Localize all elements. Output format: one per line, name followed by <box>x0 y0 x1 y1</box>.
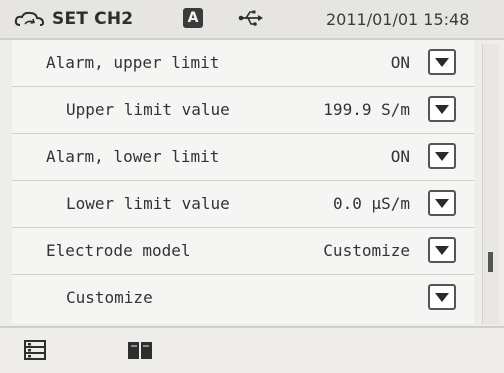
row-upper-limit-value[interactable]: Upper limit value 199.9 S/m <box>12 87 474 134</box>
dropdown-button[interactable] <box>428 143 456 169</box>
row-label: Electrode model <box>46 241 191 260</box>
dropdown-button[interactable] <box>428 96 456 122</box>
row-label: Customize <box>66 288 153 307</box>
datetime: 2011/01/01 15:48 <box>326 10 470 29</box>
scrollbar-thumb[interactable] <box>488 252 493 272</box>
dropdown-button[interactable] <box>428 284 456 310</box>
dropdown-button[interactable] <box>428 190 456 216</box>
chevron-down-icon <box>435 57 449 67</box>
row-alarm-lower-limit[interactable]: Alarm, lower limit ON <box>12 134 474 181</box>
chevron-down-icon <box>435 151 449 161</box>
row-value: Customize <box>323 241 410 260</box>
row-label: Alarm, lower limit <box>46 147 220 166</box>
row-value: ON <box>390 53 410 72</box>
row-label: Alarm, upper limit <box>46 53 220 72</box>
list-icon[interactable] <box>24 340 46 360</box>
footer-bar <box>0 326 504 373</box>
row-value: 199.9 S/m <box>323 100 410 119</box>
cloud-sync-icon <box>14 11 45 26</box>
row-value: ON <box>390 147 410 166</box>
usb-icon <box>238 10 263 26</box>
chevron-down-icon <box>435 245 449 255</box>
screen: SET CH2 A 2011/01/01 15:48 Alarm, upper … <box>0 0 504 373</box>
dropdown-button[interactable] <box>428 237 456 263</box>
header-bar: SET CH2 A 2011/01/01 15:48 <box>0 0 504 40</box>
chevron-down-icon <box>435 104 449 114</box>
row-electrode-model[interactable]: Electrode model Customize <box>12 228 474 275</box>
chevron-down-icon <box>435 292 449 302</box>
mode-badge: A <box>183 8 203 28</box>
row-value: 0.0 μS/m <box>332 194 410 213</box>
row-lower-limit-value[interactable]: Lower limit value 0.0 μS/m <box>12 181 474 228</box>
scrollbar[interactable] <box>482 44 499 324</box>
row-alarm-upper-limit[interactable]: Alarm, upper limit ON <box>12 40 474 87</box>
row-label: Lower limit value <box>66 194 230 213</box>
dropdown-button[interactable] <box>428 49 456 75</box>
settings-list: Alarm, upper limit ON Upper limit value … <box>12 40 474 324</box>
book-icon[interactable] <box>127 340 153 360</box>
row-customize[interactable]: Customize <box>12 275 474 321</box>
page-title: SET CH2 <box>52 9 134 29</box>
chevron-down-icon <box>435 198 449 208</box>
row-label: Upper limit value <box>66 100 230 119</box>
